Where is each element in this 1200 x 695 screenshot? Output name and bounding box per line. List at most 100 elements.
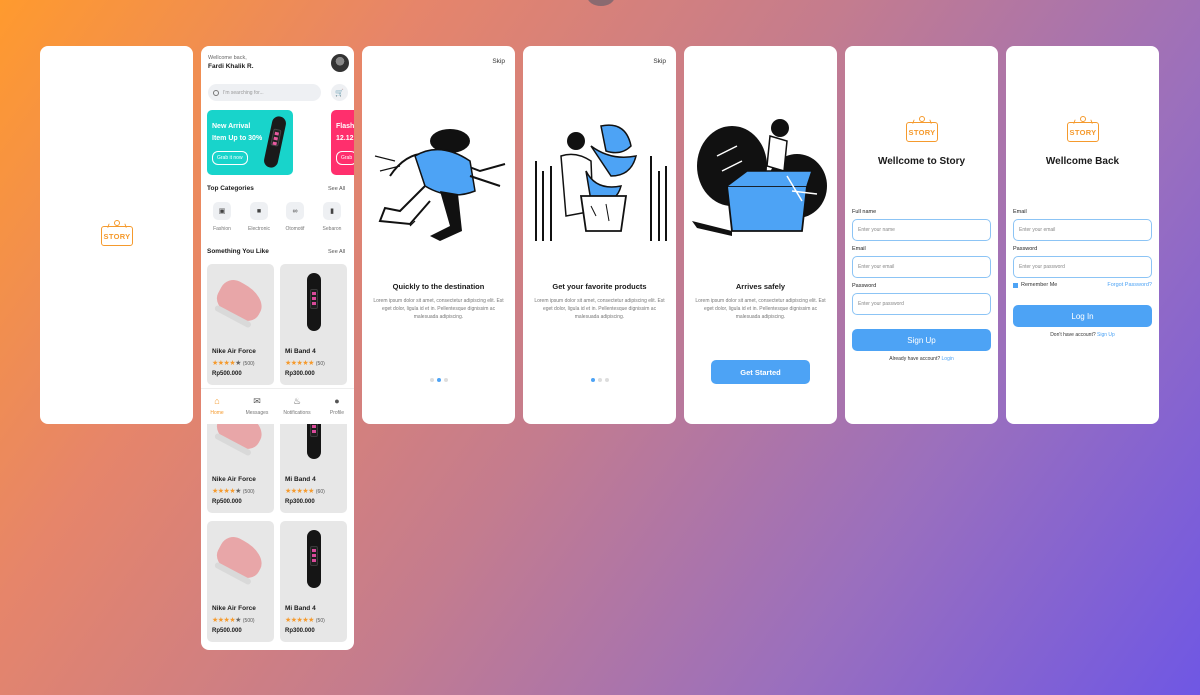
rating-stars: ★★★★★ (50) — [285, 617, 325, 624]
running-person-illustration — [374, 129, 506, 241]
user-name: Fardi Khalik R. — [208, 63, 254, 70]
login-prompt: Already have account? Login — [845, 356, 998, 362]
grab-it-now-button[interactable]: Grab it now — [212, 151, 248, 165]
rating-stars: ★★★★★ (500) — [212, 617, 255, 624]
see-all-categories-link[interactable]: See All — [328, 186, 345, 192]
smart-band-image — [280, 264, 347, 342]
email-label: Email — [1013, 209, 1027, 215]
review-count: (500) — [242, 618, 255, 624]
search-input[interactable]: I'm searching for... — [208, 84, 321, 101]
signup-prompt-text: Don't have account? — [1050, 332, 1096, 338]
skip-button[interactable]: Skip — [653, 58, 666, 65]
grab-button[interactable]: Grab — [336, 151, 354, 165]
bottom-tab-bar: ⌂ Home ✉ Messages ♨ Notifications ● Prof… — [201, 388, 354, 424]
category-electronic[interactable]: ■ Electronic — [244, 202, 274, 232]
signup-screen: STORY Wellcome to Story Full name Email … — [845, 46, 998, 424]
remember-me-label: Remember Me — [1021, 282, 1058, 288]
avatar[interactable] — [331, 54, 349, 72]
tab-label: Profile — [329, 410, 345, 416]
product-name: Nike Air Force — [212, 605, 256, 612]
full-name-field[interactable] — [852, 219, 991, 241]
tab-notifications[interactable]: ♨ Notifications — [281, 396, 313, 416]
page-indicator — [523, 369, 676, 387]
login-screen: STORY Wellcome Back Email Password Remem… — [1006, 46, 1159, 424]
product-price: Rp300.000 — [285, 499, 315, 505]
password-label: Password — [852, 283, 877, 289]
review-count: (50) — [315, 361, 325, 367]
category-label: Sebaron — [322, 226, 342, 232]
rating-stars: ★★★★★ (60) — [285, 488, 325, 495]
password-field[interactable] — [852, 293, 991, 315]
tab-home[interactable]: ⌂ Home — [201, 396, 233, 416]
checkbox-icon — [1013, 282, 1018, 288]
page-title: Wellcome Back — [1045, 156, 1120, 167]
product-card[interactable]: Mi Band 4 ★★★★★ (50) Rp300.000 — [280, 521, 347, 642]
category-sebaron[interactable]: ▮ Sebaron — [317, 202, 347, 232]
tab-label: Home — [210, 410, 224, 416]
email-field[interactable] — [852, 256, 991, 278]
product-name: Mi Band 4 — [285, 348, 316, 355]
promo-banner-flash[interactable]: Flash 12.12 Grab — [331, 110, 354, 175]
product-card[interactable]: Nike Air Force ★★★★★ (500) Rp500.000 — [207, 264, 274, 385]
onboarding-title: Arrives safely — [735, 282, 786, 291]
product-card[interactable]: Nike Air Force ★★★★★ (500) Rp500.000 — [207, 521, 274, 642]
log-in-button[interactable]: Log In — [1013, 305, 1152, 327]
category-label: Electronic — [248, 226, 270, 232]
tab-messages[interactable]: ✉ Messages — [241, 396, 273, 416]
onboarding-title: Get your favorite products — [552, 282, 647, 291]
page-title: Wellcome to Story — [877, 156, 966, 167]
store-logo-icon: STORY — [1067, 116, 1099, 146]
email-label: Email — [852, 246, 866, 252]
product-price: Rp300.000 — [285, 628, 315, 634]
review-count: (60) — [315, 489, 325, 495]
splash-screen: STORY — [40, 46, 193, 424]
promo-banner-new-arrival[interactable]: New Arrival Item Up to 30% Grab it now — [207, 110, 293, 175]
category-label: Otomotif — [285, 226, 305, 232]
store-logo-icon: STORY — [101, 220, 133, 250]
product-card[interactable]: Mi Band 4 ★★★★★ (50) Rp300.000 — [280, 264, 347, 385]
review-count: (500) — [242, 489, 255, 495]
plant-person-illustration — [535, 124, 667, 241]
store-logo-icon: STORY — [906, 116, 938, 146]
sneaker-image — [207, 521, 274, 599]
electronic-icon: ■ — [250, 202, 268, 220]
bottle-icon: ▮ — [323, 202, 341, 220]
something-you-like-title: Something You Like — [207, 248, 269, 255]
car-icon: ∞ — [286, 202, 304, 220]
search-icon — [213, 89, 219, 96]
skip-button[interactable]: Skip — [492, 58, 505, 65]
email-field[interactable] — [1013, 219, 1152, 241]
sneaker-image — [207, 264, 274, 342]
user-icon: ● — [334, 396, 340, 406]
onboarding-description: Lorem ipsum dolor sit amet, consectetur … — [534, 298, 665, 320]
rating-stars: ★★★★★ (50) — [285, 360, 325, 367]
smart-band-image — [280, 521, 347, 599]
search-placeholder: I'm searching for... — [223, 89, 264, 96]
onboarding-screen-2: Skip Get your favorite products Lorem ip… — [523, 46, 676, 424]
rating-stars: ★★★★★ (500) — [212, 488, 255, 495]
sign-up-button[interactable]: Sign Up — [852, 329, 991, 351]
login-link[interactable]: Login — [942, 356, 954, 362]
see-all-products-link[interactable]: See All — [328, 249, 345, 255]
full-name-label: Full name — [852, 209, 877, 215]
banner-title: Flash — [336, 123, 354, 130]
get-started-button[interactable]: Get Started — [711, 360, 810, 384]
password-field[interactable] — [1013, 256, 1152, 278]
onboarding-title: Quickly to the destination — [392, 282, 485, 291]
review-count: (500) — [242, 361, 255, 367]
forgot-password-link[interactable]: Forgot Password? — [1107, 282, 1152, 288]
category-fashion[interactable]: ▣ Fashion — [207, 202, 237, 232]
rating-stars: ★★★★★ (500) — [212, 360, 255, 367]
banner-subtitle: 12.12 — [336, 135, 354, 142]
category-otomotif[interactable]: ∞ Otomotif — [280, 202, 310, 232]
sign-up-link[interactable]: Sign Up — [1097, 332, 1115, 338]
signup-prompt: Don't have account? Sign Up — [1006, 332, 1159, 338]
product-price: Rp500.000 — [212, 628, 242, 634]
product-name: Nike Air Force — [212, 476, 256, 483]
remember-me-checkbox[interactable]: Remember Me — [1013, 282, 1057, 288]
product-price: Rp300.000 — [285, 371, 315, 377]
tab-profile[interactable]: ● Profile — [321, 396, 353, 416]
top-categories-title: Top Categories — [207, 185, 254, 192]
tab-label: Notifications — [283, 410, 311, 416]
cart-icon[interactable]: 🛒 — [331, 84, 348, 101]
